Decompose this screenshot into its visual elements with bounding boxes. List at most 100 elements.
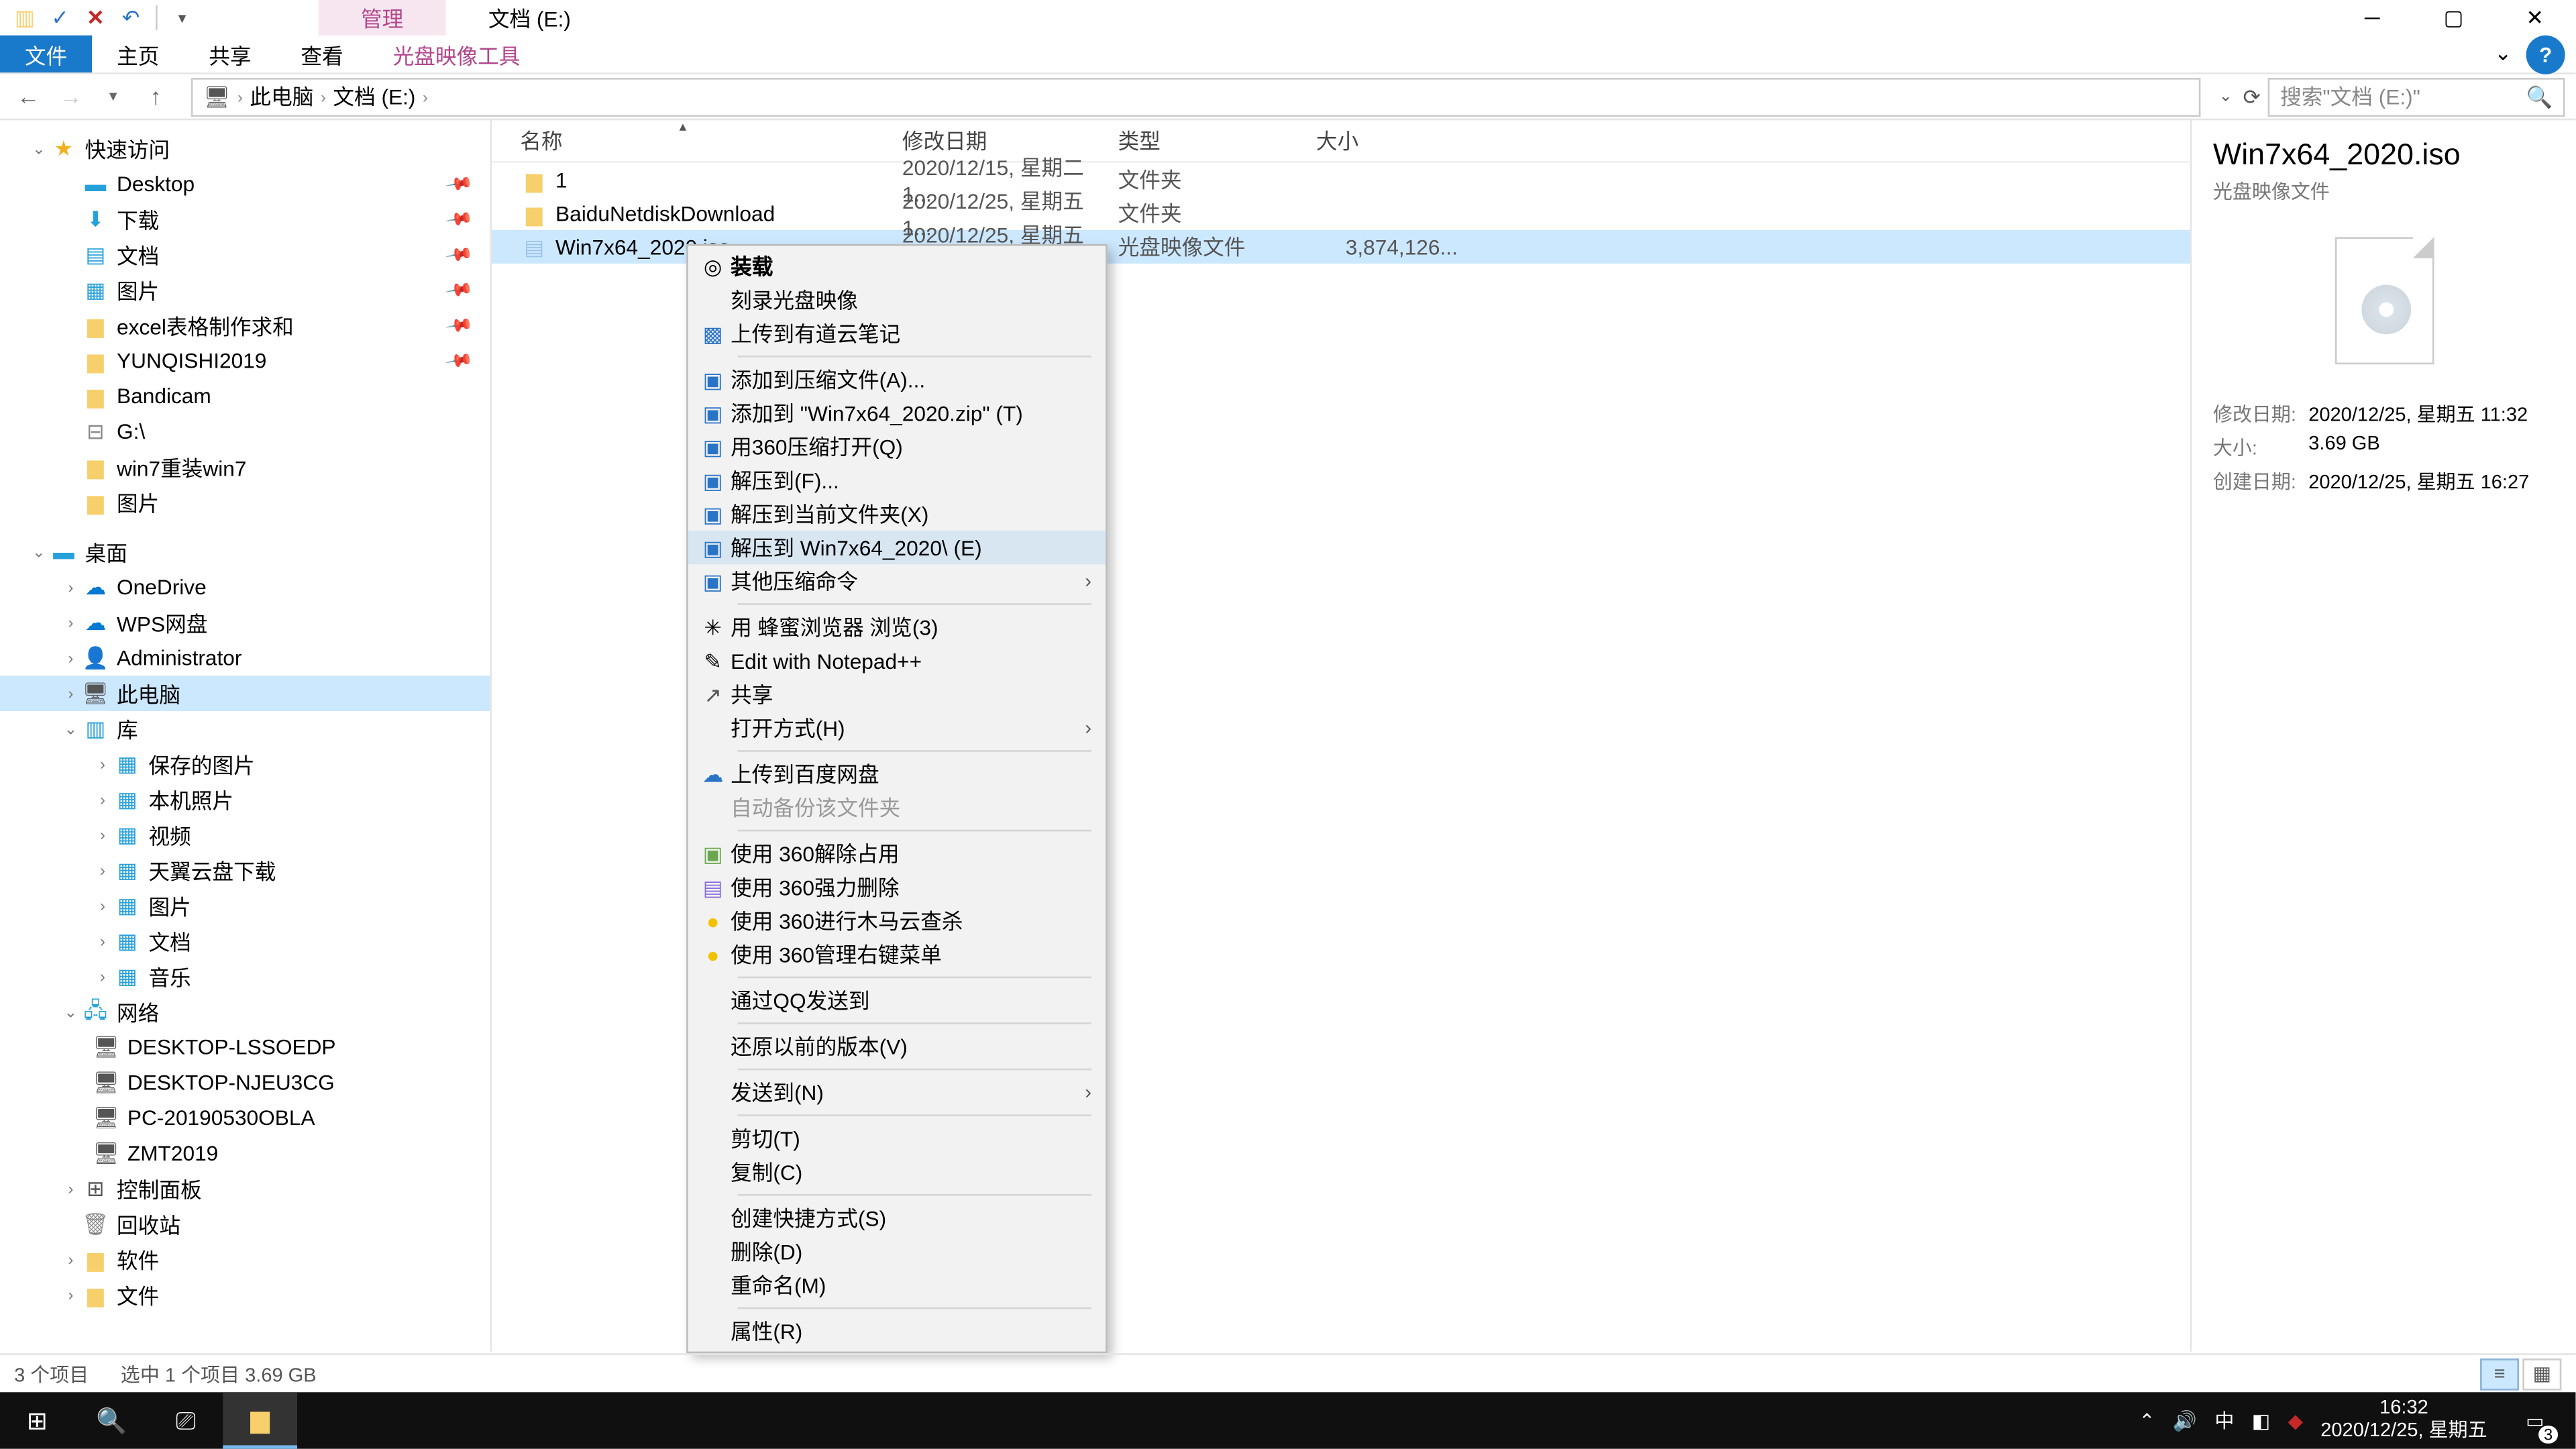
qat-delete-icon[interactable]: ✕ [81, 3, 109, 32]
menu-item[interactable]: ▣解压到 Win7x64_2020\ (E) [688, 531, 1106, 564]
start-button[interactable]: ⊞ [0, 1392, 74, 1448]
menu-item[interactable]: 属性(R) [688, 1314, 1106, 1348]
tree-lib-item[interactable]: ›▦音乐 [0, 959, 490, 994]
breadcrumb-leaf[interactable]: 文档 (E:) [333, 81, 415, 111]
tree-net-pc[interactable]: 🖥ZMT2019 [0, 1136, 490, 1171]
minimize-button[interactable]: ─ [2332, 0, 2413, 36]
chevron-right-icon[interactable]: › [321, 88, 326, 105]
ribbon-tab-home[interactable]: 主页 [92, 36, 184, 72]
view-details-button[interactable]: ≡ [2480, 1358, 2519, 1389]
view-icons-button[interactable]: ▦ [2522, 1358, 2561, 1389]
refresh-button[interactable]: ⟳ [2243, 84, 2261, 109]
breadcrumb[interactable]: 🖥 › 此电脑 › 文档 (E:) › [191, 77, 2202, 116]
task-view-button[interactable]: ⎚ [149, 1392, 223, 1448]
menu-item[interactable]: ▣用360压缩打开(Q) [688, 430, 1106, 464]
menu-item[interactable]: 通过QQ发送到 [688, 983, 1106, 1017]
close-button[interactable]: ✕ [2494, 0, 2575, 36]
menu-item[interactable]: ▣添加到压缩文件(A)... [688, 363, 1106, 396]
column-headers[interactable]: 名称▴ 修改日期 类型 大小 [492, 120, 2190, 162]
qat-undo-icon[interactable]: ↶ [117, 3, 145, 32]
menu-item[interactable]: 复制(C) [688, 1155, 1106, 1189]
maximize-button[interactable]: ▢ [2413, 0, 2494, 36]
ribbon-tab-file[interactable]: 文件 [0, 36, 92, 72]
action-center-button[interactable]: ▭3 [2505, 1392, 2565, 1448]
menu-item[interactable]: ●使用 360管理右键菜单 [688, 938, 1106, 971]
menu-item[interactable]: ✳用 蜂蜜浏览器 浏览(3) [688, 610, 1106, 644]
tree-user[interactable]: ›👤Administrator [0, 641, 490, 676]
tree-net-pc[interactable]: 🖥PC-20190530OBLA [0, 1100, 490, 1136]
menu-item[interactable]: 打开方式(H)› [688, 711, 1106, 745]
file-row[interactable]: ▆ 1 2020/12/15, 星期二 1... 文件夹 [492, 163, 2190, 197]
menu-item[interactable]: ☁上传到百度网盘 [688, 757, 1106, 791]
menu-item[interactable]: ▣其他压缩命令› [688, 564, 1106, 598]
tree-recycle[interactable]: 🗑回收站 [0, 1206, 490, 1242]
ribbon-tab-share[interactable]: 共享 [184, 36, 276, 72]
help-button[interactable]: ? [2526, 36, 2565, 74]
tray-volume-icon[interactable]: 🔊 [2173, 1409, 2197, 1432]
menu-item[interactable]: ▣解压到(F)... [688, 464, 1106, 497]
tree-pictures[interactable]: ▦图片📌 [0, 272, 490, 308]
tree-network[interactable]: ⌄🖧网络 [0, 994, 490, 1030]
ribbon-tab-disc-tools[interactable]: 光盘映像工具 [368, 36, 545, 72]
context-menu[interactable]: ◎装载刻录光盘映像▩上传到有道云笔记▣添加到压缩文件(A)...▣添加到 "Wi… [686, 244, 1108, 1353]
menu-item[interactable]: ▣使用 360解除占用 [688, 837, 1106, 870]
menu-item[interactable]: 刻录光盘映像 [688, 283, 1106, 317]
chevron-right-icon[interactable]: › [423, 88, 428, 105]
tree-onedrive[interactable]: ›☁OneDrive [0, 570, 490, 605]
nav-recent-dropdown[interactable]: ▾ [95, 87, 131, 106]
menu-item[interactable]: ▤使用 360强力删除 [688, 870, 1106, 904]
tree-lib-item[interactable]: ›▦文档 [0, 924, 490, 959]
taskbar-clock[interactable]: 16:32 2020/12/25, 星期五 [2320, 1398, 2487, 1443]
tree-wps[interactable]: ›☁WPS网盘 [0, 605, 490, 641]
chevron-right-icon[interactable]: › [237, 88, 243, 105]
contextual-tab-manage[interactable]: 管理 [319, 0, 446, 36]
menu-item[interactable]: ▣添加到 "Win7x64_2020.zip" (T) [688, 396, 1106, 430]
tree-net-pc[interactable]: 🖥DESKTOP-LSSOEDP [0, 1030, 490, 1065]
menu-item[interactable]: 发送到(N)› [688, 1075, 1106, 1109]
address-dropdown-icon[interactable]: ⌄ [2219, 87, 2233, 106]
breadcrumb-root[interactable]: 此电脑 [250, 81, 313, 111]
tree-documents[interactable]: ▤文档📌 [0, 237, 490, 272]
tree-lib-item[interactable]: ›▦图片 [0, 888, 490, 924]
nav-back-button[interactable]: ← [11, 83, 46, 110]
menu-item[interactable]: ✎Edit with Notepad++ [688, 644, 1106, 678]
tree-net-pc[interactable]: 🖥DESKTOP-NJEU3CG [0, 1065, 490, 1100]
file-row[interactable]: ▆ BaiduNetdiskDownload 2020/12/25, 星期五 1… [492, 197, 2190, 230]
tree-folder[interactable]: ›▆软件 [0, 1242, 490, 1277]
tree-folder[interactable]: ▆图片 [0, 485, 490, 521]
tree-desktop-root[interactable]: ⌄▬桌面 [0, 534, 490, 570]
taskbar-search-button[interactable]: 🔍 [74, 1392, 149, 1448]
qat-dropdown-icon[interactable]: ▾ [168, 3, 197, 32]
search-icon[interactable]: 🔍 [2526, 84, 2553, 109]
tree-folder[interactable]: ›▆文件 [0, 1277, 490, 1313]
column-type[interactable]: 类型 [1118, 125, 1316, 156]
menu-item[interactable]: ●使用 360进行木马云查杀 [688, 904, 1106, 938]
column-date[interactable]: 修改日期 [902, 125, 1118, 156]
nav-tree[interactable]: ⌄★快速访问 ▬Desktop📌 ⬇下载📌 ▤文档📌 ▦图片📌 ▆excel表格… [0, 120, 492, 1351]
tree-folder[interactable]: ▆win7重装win7 [0, 449, 490, 485]
menu-item[interactable]: 剪切(T) [688, 1122, 1106, 1155]
nav-up-button[interactable]: ↑ [138, 83, 174, 110]
ribbon-tab-view[interactable]: 查看 [276, 36, 368, 72]
tree-folder[interactable]: ▆excel表格制作求和📌 [0, 308, 490, 343]
search-input[interactable]: 搜索"文档 (E:)" 🔍 [2268, 77, 2565, 116]
tray-ime-indicator[interactable]: 中 [2214, 1406, 2234, 1434]
menu-item[interactable]: 创建快捷方式(S) [688, 1201, 1106, 1235]
tree-lib-item[interactable]: ›▦本机照片 [0, 782, 490, 818]
nav-forward-button[interactable]: → [53, 83, 89, 110]
column-size[interactable]: 大小 [1316, 125, 1458, 156]
system-tray[interactable]: ⌃ 🔊 中 ◧ ◆ 16:32 2020/12/25, 星期五 ▭3 [2139, 1392, 2575, 1448]
ribbon-expand-icon[interactable]: ⌄ [2480, 36, 2526, 72]
tree-lib-item[interactable]: ›▦天翼云盘下载 [0, 853, 490, 888]
tray-app-icon[interactable]: ◆ [2288, 1409, 2303, 1432]
tray-app-icon[interactable]: ◧ [2252, 1409, 2270, 1432]
menu-item[interactable]: ◎装载 [688, 250, 1106, 283]
tree-drive[interactable]: ⊟G:\ [0, 414, 490, 449]
tray-overflow-icon[interactable]: ⌃ [2139, 1409, 2155, 1432]
tree-quick-access[interactable]: ⌄★快速访问 [0, 131, 490, 166]
tree-folder[interactable]: ▆Bandicam [0, 378, 490, 414]
tree-lib-item[interactable]: ›▦视频 [0, 817, 490, 853]
tree-desktop[interactable]: ▬Desktop📌 [0, 166, 490, 202]
taskbar-explorer[interactable]: ▆ [223, 1392, 297, 1448]
tree-libraries[interactable]: ⌄▥库 [0, 711, 490, 747]
